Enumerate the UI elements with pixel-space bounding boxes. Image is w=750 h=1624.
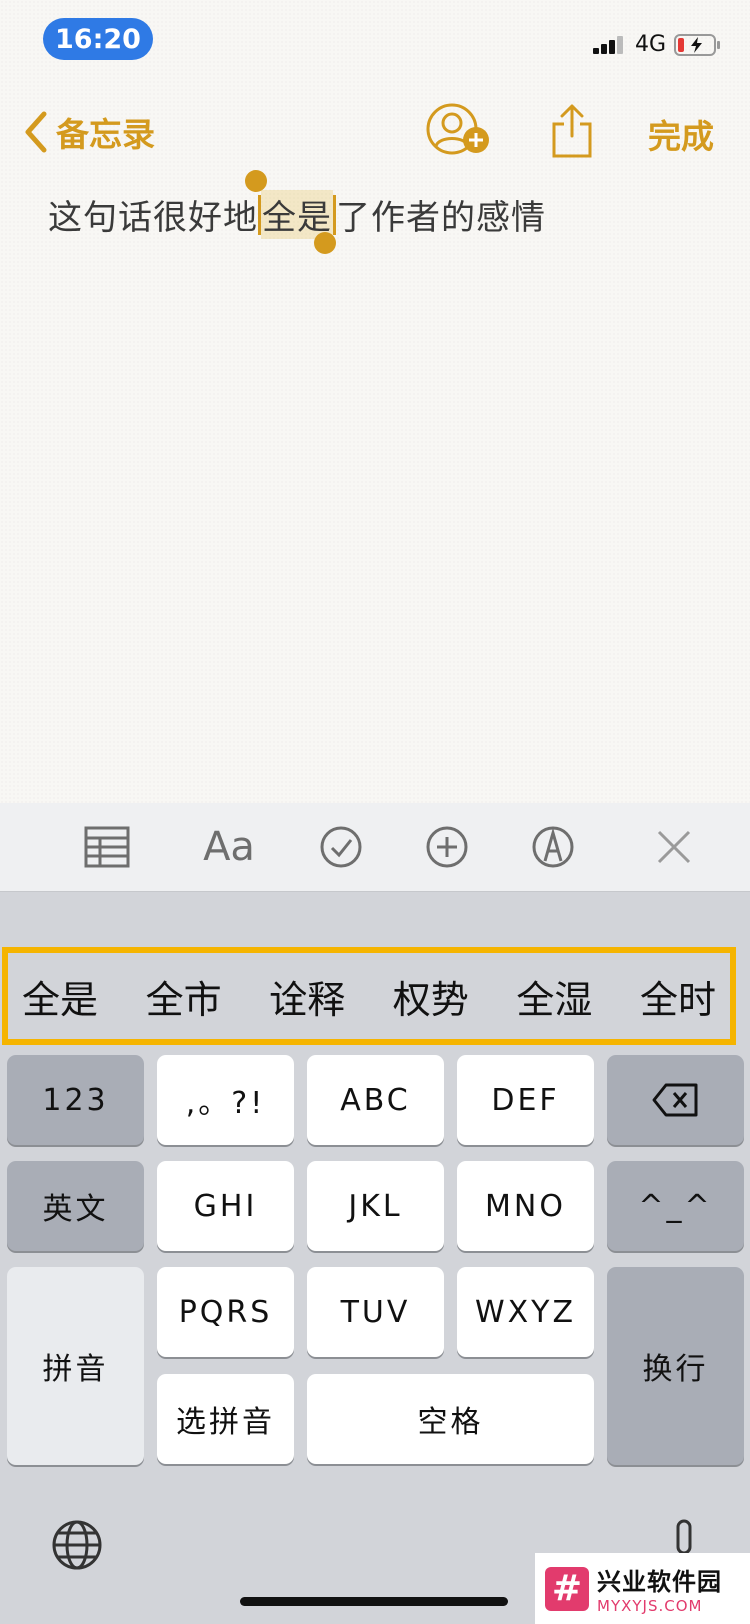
key-emoticon[interactable]: ^_^ [607,1161,744,1251]
selection-end-handle[interactable] [314,232,336,254]
selection-start-handle[interactable] [245,170,267,192]
key-pqrs[interactable]: PQRS [157,1267,294,1357]
microphone-icon[interactable] [669,1519,699,1553]
watermark: # 兴业软件园 MYXYJS.COM [535,1553,750,1624]
candidate-6[interactable]: 全时 [640,969,716,1024]
format-toolbar: Aa [0,803,750,891]
share-icon[interactable] [550,102,594,158]
close-icon[interactable] [654,825,694,869]
key-abc[interactable]: ABC [307,1055,444,1145]
chevron-left-icon [25,111,47,153]
key-pinyin[interactable]: 拼音 [7,1267,144,1465]
key-space[interactable]: 空格 [307,1374,594,1464]
key-ghi[interactable]: GHI [157,1161,294,1251]
key-english[interactable]: 英文 [7,1161,144,1251]
watermark-logo-icon: # [545,1566,589,1611]
backspace-icon [652,1083,697,1117]
key-wxyz[interactable]: WXYZ [457,1267,594,1357]
add-icon[interactable] [424,825,470,869]
home-indicator [240,1597,508,1606]
delete-key[interactable] [607,1055,744,1145]
back-button[interactable]: 备忘录 [22,108,155,156]
status-time: 16:20 [43,18,153,60]
key-punctuation[interactable]: ,。?! [157,1055,294,1145]
nav-bar: 备忘录 完成 [0,100,750,162]
key-123[interactable]: 123 [7,1055,144,1145]
key-return[interactable]: 换行 [607,1267,744,1465]
candidate-3[interactable]: 诠释 [269,969,345,1024]
done-button[interactable]: 完成 [648,110,714,158]
note-text-after: 了作者的感情 [336,198,546,238]
markup-icon[interactable] [530,825,576,869]
network-label: 4G [634,32,666,57]
keyboard-divider [0,891,750,892]
add-person-icon[interactable] [425,102,493,160]
note-text-before: 这句话很好地 [48,198,258,238]
candidate-5[interactable]: 全湿 [516,969,592,1024]
candidate-4[interactable]: 权势 [393,969,469,1024]
globe-icon[interactable] [51,1519,103,1571]
watermark-text: 兴业软件园 MYXYJS.COM [597,1562,722,1615]
key-def[interactable]: DEF [457,1055,594,1145]
status-indicators: 4G [592,32,722,57]
key-choose-pinyin[interactable]: 选拼音 [157,1374,294,1464]
back-label: 备忘录 [56,115,155,154]
key-tuv[interactable]: TUV [307,1267,444,1357]
format-icon[interactable]: Aa [198,824,260,870]
note-body[interactable]: 这句话很好地 全是 了作者的感情 [48,190,546,239]
checklist-icon[interactable] [318,825,364,869]
key-mno[interactable]: MNO [457,1161,594,1251]
watermark-url: MYXYJS.COM [597,1597,703,1615]
watermark-title: 兴业软件园 [597,1568,722,1596]
candidate-1[interactable]: 全是 [22,969,98,1024]
signal-icon [592,35,623,54]
key-jkl[interactable]: JKL [307,1161,444,1251]
table-icon[interactable] [84,825,130,869]
battery-icon [674,33,720,56]
candidate-bar: 全是 全市 诠释 权势 全湿 全时 [2,947,736,1045]
candidate-2[interactable]: 全市 [146,969,222,1024]
